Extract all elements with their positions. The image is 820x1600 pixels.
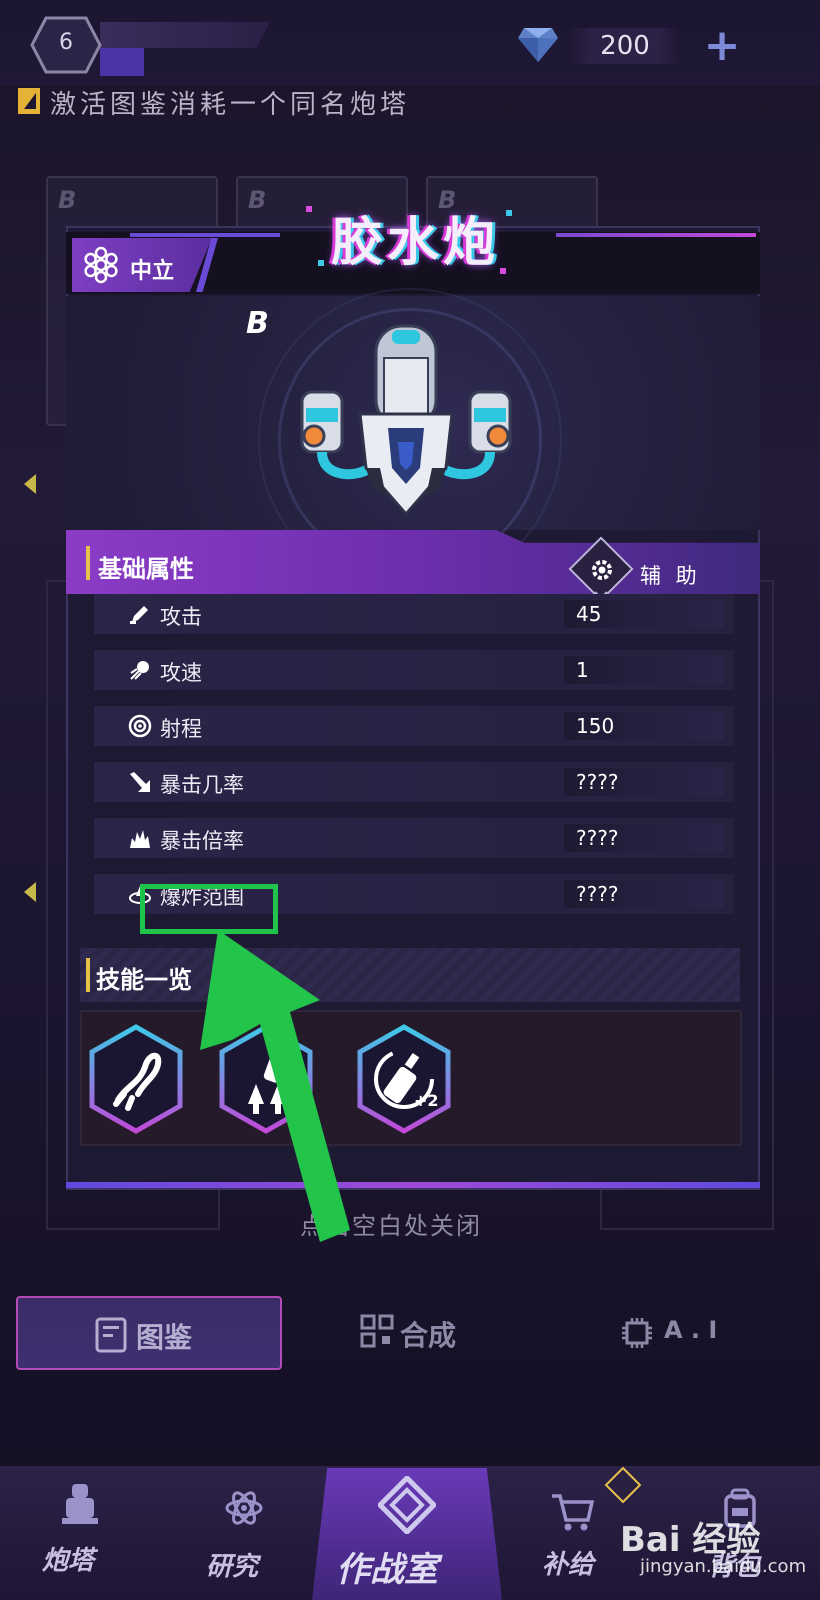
stat-label: 射程 xyxy=(160,717,202,741)
stat-label: 攻击 xyxy=(160,605,202,629)
target-icon xyxy=(128,714,152,738)
stat-row-attack-speed: 攻速 1 xyxy=(94,650,734,690)
skills-title: 技能一览 xyxy=(96,966,192,994)
diamond-emblem-icon xyxy=(378,1476,436,1534)
stat-row-crit-multiplier: 暴击倍率 ???? xyxy=(94,818,734,858)
stat-label: 暴击倍率 xyxy=(160,829,244,853)
add-gems-button[interactable]: + xyxy=(700,24,744,70)
faction-label: 中立 xyxy=(130,259,175,284)
note-icon xyxy=(18,88,40,114)
tab-ai[interactable]: A . I xyxy=(548,1296,806,1370)
glue-cannon-tower-image xyxy=(300,324,512,517)
section-accent xyxy=(86,546,90,580)
nav-item-supply[interactable]: 补给 xyxy=(534,1480,624,1590)
svg-text:+2: +2 xyxy=(414,1091,439,1110)
baidu-watermark-logo: Bai 经验 xyxy=(620,1520,761,1560)
cart-icon xyxy=(552,1494,594,1531)
level-progress-bar xyxy=(100,22,270,48)
tab-label: 合成 xyxy=(400,1319,457,1352)
sword-icon xyxy=(130,606,148,624)
attack-speed-icon xyxy=(130,661,149,680)
explosion-icon xyxy=(130,830,150,848)
tab-label: A . I xyxy=(664,1316,718,1344)
stat-value: 45 xyxy=(576,602,602,626)
gem-count: 200 xyxy=(570,28,680,64)
player-level: 6 xyxy=(59,30,73,55)
nav-label: 作战室 xyxy=(336,1550,438,1590)
nav-item-research[interactable]: 研究 xyxy=(200,1480,290,1590)
tower-nav-icon xyxy=(62,1484,98,1524)
tab-codex[interactable]: 图鉴 xyxy=(16,1296,282,1370)
stat-value: 1 xyxy=(576,658,589,682)
tower-name: 胶水炮 xyxy=(330,213,499,273)
stat-label: 暴击几率 xyxy=(160,773,244,797)
grade-badge: B xyxy=(246,306,269,341)
glue-splash-skill-icon[interactable] xyxy=(88,1024,184,1134)
card-grade: B xyxy=(248,186,267,214)
header-accent-line xyxy=(556,233,756,237)
tab-synthesis[interactable]: 合成 xyxy=(282,1296,548,1370)
nav-label: 研究 xyxy=(206,1552,259,1582)
nav-item-war-room[interactable]: 作战室 xyxy=(322,1470,492,1596)
stat-value: ???? xyxy=(576,770,619,794)
snowflake-faction-icon xyxy=(84,246,118,284)
section-accent xyxy=(86,958,90,992)
activation-hint: 激活图鉴消耗一个同名炮塔 xyxy=(50,90,411,120)
qr-grid-icon xyxy=(360,1314,394,1348)
card-grade: B xyxy=(58,186,77,214)
header-accent-line xyxy=(130,233,280,237)
gear-role-icon xyxy=(592,560,612,580)
stat-value: ???? xyxy=(576,882,619,906)
annotation-highlight-box xyxy=(140,884,278,934)
stat-row-range: 射程 150 xyxy=(94,706,734,746)
stat-row-crit-rate: 暴击几率 ???? xyxy=(94,762,734,802)
stat-label: 攻速 xyxy=(160,661,202,685)
crit-rate-icon xyxy=(130,772,150,792)
base-stats-title: 基础属性 xyxy=(98,555,194,583)
level-progress-fill xyxy=(100,48,144,76)
stat-value: ???? xyxy=(576,826,619,850)
chip-icon xyxy=(622,1318,652,1348)
annotation-arrow-icon xyxy=(200,930,350,1242)
diamond-icon xyxy=(518,28,558,62)
left-arrow-icon[interactable] xyxy=(24,882,36,902)
atom-icon xyxy=(225,1491,263,1525)
modal-bottom-border xyxy=(66,1182,760,1188)
left-arrow-icon[interactable] xyxy=(24,474,36,494)
book-icon xyxy=(95,1317,127,1353)
tab-label: 图鉴 xyxy=(136,1321,193,1354)
nav-label: 补给 xyxy=(542,1550,595,1580)
baidu-watermark-url: jingyan.baidu.com xyxy=(640,1556,807,1577)
role-label: 辅 助 xyxy=(640,564,701,588)
nav-item-towers[interactable]: 炮塔 xyxy=(36,1480,126,1590)
stat-row-attack: 攻击 45 xyxy=(94,594,734,634)
stat-value: 150 xyxy=(576,714,615,738)
nav-label: 炮塔 xyxy=(42,1546,95,1576)
